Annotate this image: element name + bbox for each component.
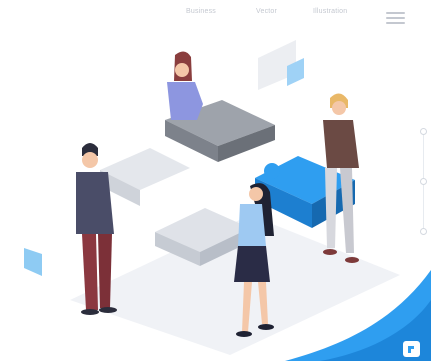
scroll-dot[interactable] xyxy=(420,178,427,185)
puzzle-piece-light xyxy=(100,148,190,206)
scroll-dot[interactable] xyxy=(420,228,427,235)
floating-square-icon xyxy=(24,248,42,276)
person-top-woman xyxy=(167,51,203,120)
floating-square-icon xyxy=(258,40,304,90)
scroll-dot[interactable] xyxy=(420,128,427,135)
brand-logo-icon[interactable] xyxy=(402,340,422,358)
team-puzzle-illustration xyxy=(24,40,431,361)
person-right-man xyxy=(323,93,359,263)
scroll-indicator xyxy=(420,128,428,236)
